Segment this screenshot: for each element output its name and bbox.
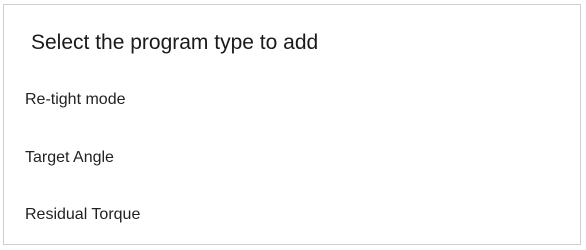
option-residual-torque[interactable]: Residual Torque <box>25 198 555 232</box>
dialog-title: Select the program type to add <box>31 31 319 54</box>
option-retight-mode[interactable]: Re-tight mode <box>25 83 555 117</box>
option-target-angle[interactable]: Target Angle <box>25 141 555 175</box>
program-type-dialog: Select the program type to add Re-tight … <box>3 4 581 245</box>
